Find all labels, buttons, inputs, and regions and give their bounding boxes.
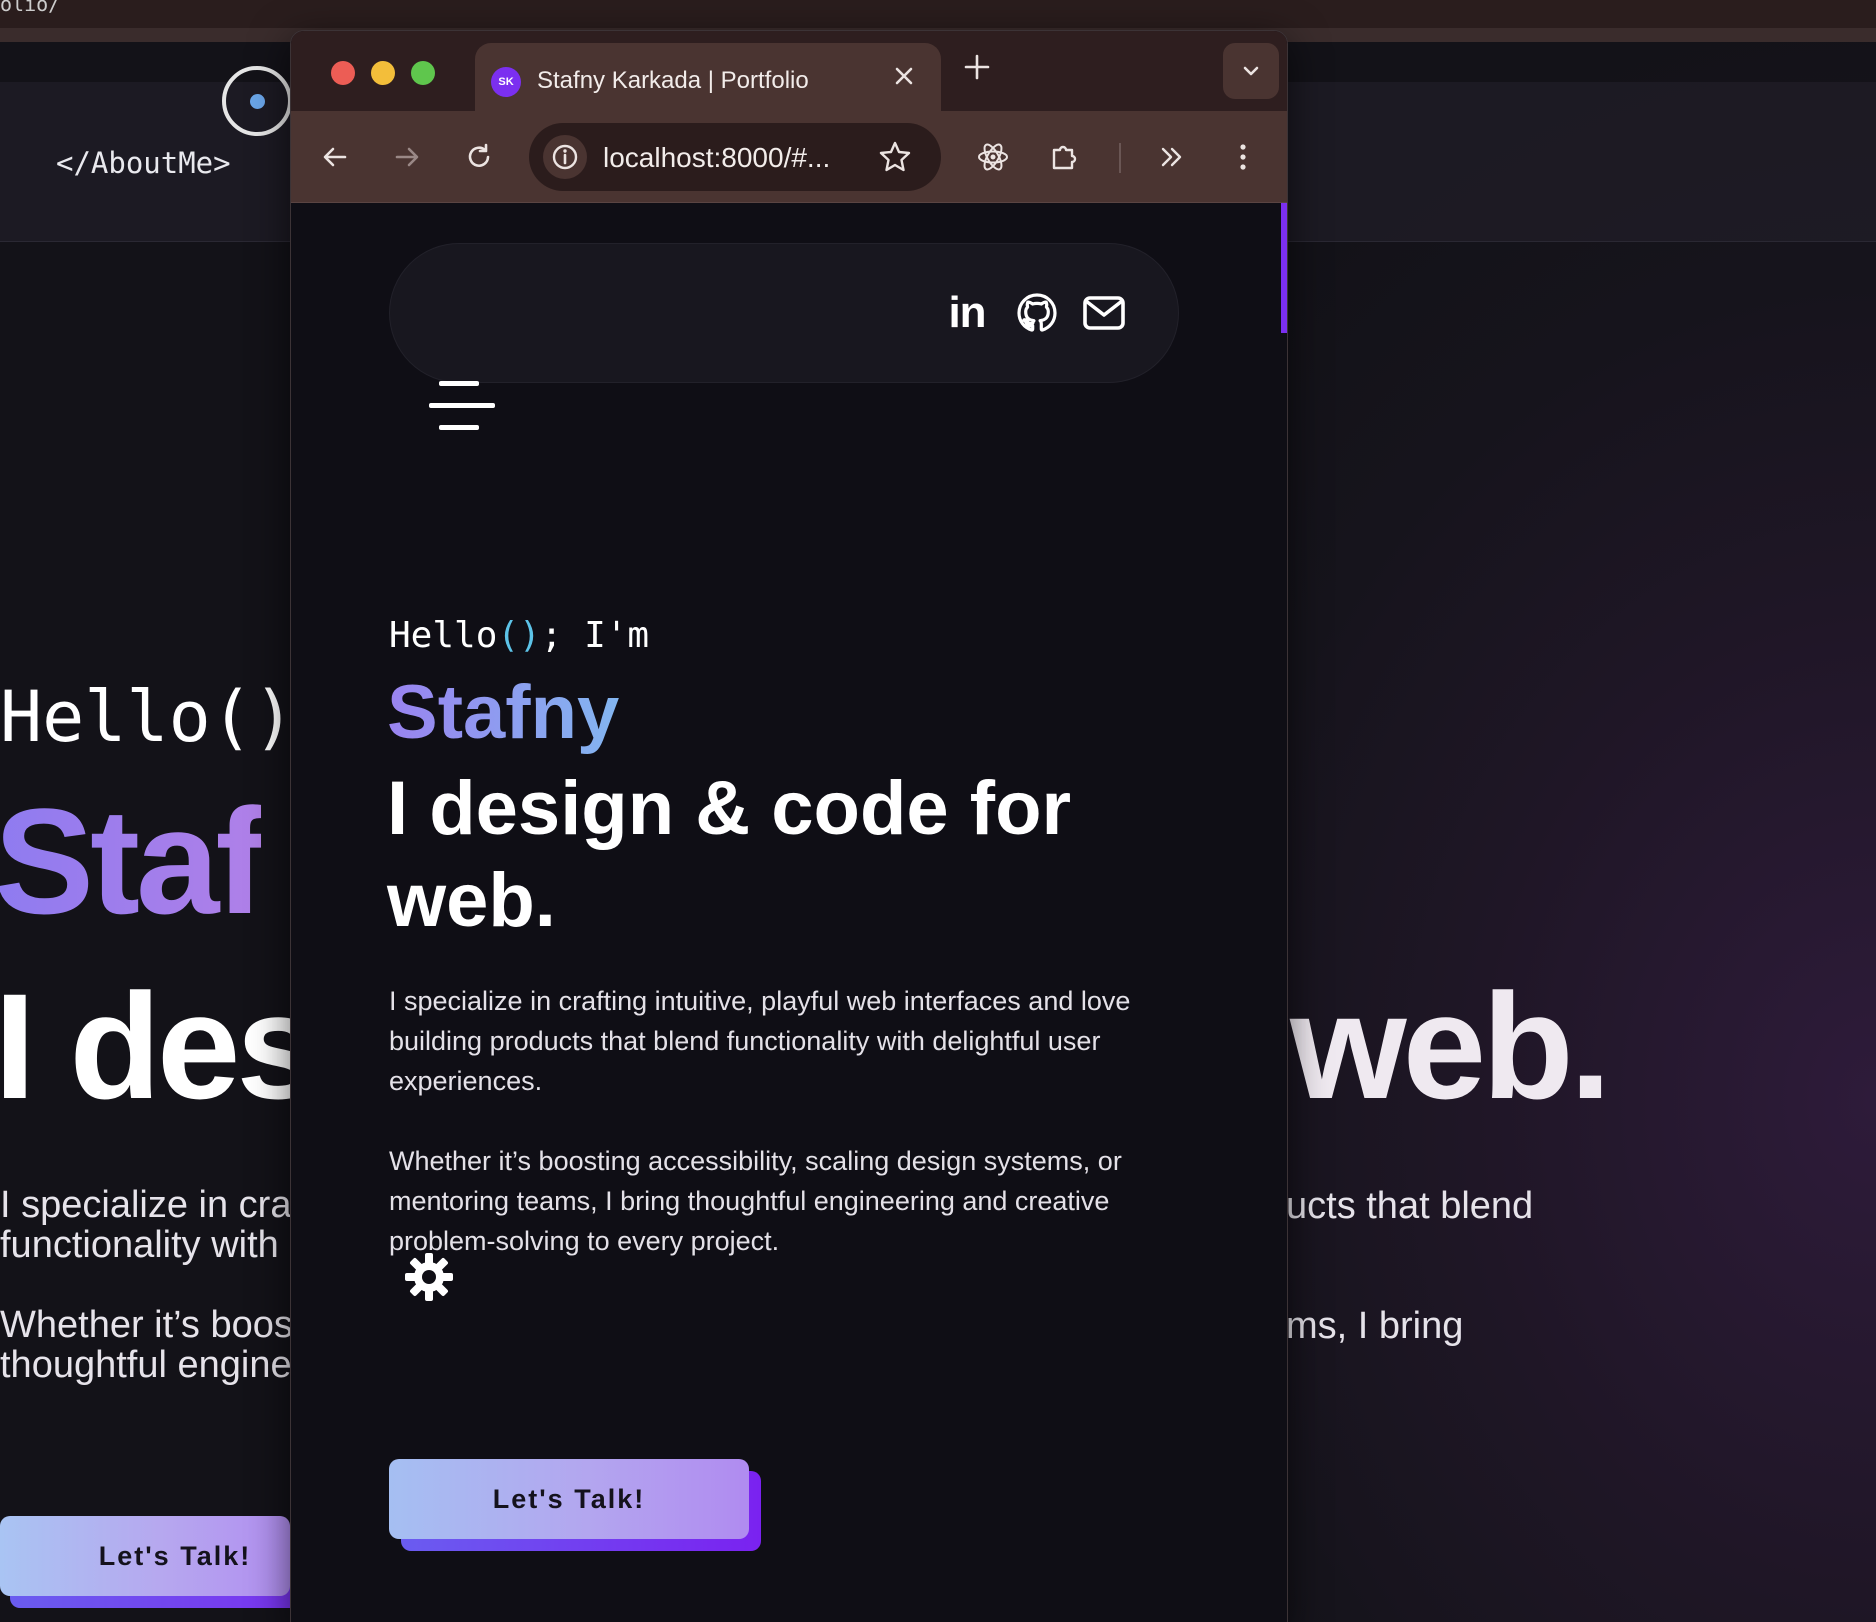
cursor-dot: [250, 94, 265, 109]
maximize-window-button[interactable]: [411, 61, 435, 85]
gear-icon[interactable]: [403, 1251, 455, 1303]
background-para1-left: I specialize in cra functionality with: [0, 1185, 291, 1265]
background-cta-button[interactable]: Let's Talk!: [0, 1516, 290, 1596]
background-para1-line2: functionality with: [0, 1224, 279, 1266]
hello-parens: (): [497, 615, 541, 656]
react-icon[interactable]: [973, 137, 1013, 177]
hello-text: Hello(); I'm: [389, 615, 649, 656]
linkedin-label: in: [948, 288, 986, 337]
background-para2-line2: thoughtful engine: [0, 1344, 292, 1386]
background-para1-line1: I specialize in cra: [0, 1184, 292, 1226]
background-logo[interactable]: </AboutMe>: [56, 146, 231, 180]
mail-icon[interactable]: [1074, 288, 1134, 338]
minimize-window-button[interactable]: [371, 61, 395, 85]
background-url-fragment: olio/: [0, 0, 61, 16]
linkedin-icon[interactable]: in: [942, 288, 992, 338]
tab-search-button[interactable]: [1223, 43, 1279, 99]
social-nav-bar: in: [389, 243, 1179, 383]
star-icon[interactable]: [875, 137, 915, 182]
chevron-down-icon: [1243, 66, 1259, 76]
page-content: in Hello(); I'm Stafny I design & code f…: [291, 203, 1287, 1622]
background-para1-right: ucts that blend: [1286, 1185, 1534, 1227]
plus-icon: [964, 54, 990, 80]
close-window-button[interactable]: [331, 61, 355, 85]
hello-prefix: Hello: [389, 615, 498, 656]
reload-icon[interactable]: [459, 137, 499, 177]
info-icon[interactable]: [543, 135, 587, 179]
browser-toolbar: localhost:8000/#...: [291, 111, 1287, 203]
url-text[interactable]: localhost:8000/#...: [603, 142, 830, 174]
browser-window: SK Stafny Karkada | Portfolio localhost:: [290, 30, 1288, 1622]
kebab-menu-icon[interactable]: [1223, 137, 1263, 177]
chevron-double-right-icon[interactable]: [1151, 137, 1191, 177]
hamburger-icon[interactable]: [429, 381, 497, 431]
background-name: Staf: [0, 775, 265, 948]
hero-name: Stafny: [387, 670, 620, 755]
background-para2-left: Whether it’s boos thoughtful engine: [0, 1305, 293, 1385]
background-headline-right: web.: [1290, 962, 1611, 1130]
github-icon[interactable]: [1012, 288, 1062, 338]
address-bar[interactable]: localhost:8000/#...: [529, 123, 941, 191]
back-arrow-icon[interactable]: [315, 137, 355, 177]
hero-headline: I design & code for web.: [387, 766, 1072, 943]
tab-title: Stafny Karkada | Portfolio: [537, 67, 809, 94]
toolbar-divider: [1119, 143, 1121, 173]
tab-bar: SK Stafny Karkada | Portfolio: [291, 31, 1287, 121]
lets-talk-button[interactable]: Let's Talk!: [389, 1459, 749, 1539]
background-top-chrome: olio/: [0, 0, 1876, 28]
extension-icon[interactable]: [1045, 137, 1085, 177]
tab-portfolio[interactable]: SK Stafny Karkada | Portfolio: [475, 43, 941, 121]
intro-paragraph-1: I specialize in crafting intuitive, play…: [389, 986, 1131, 1096]
custom-cursor: [222, 66, 292, 136]
background-para2-right: ms, I bring: [1286, 1305, 1464, 1347]
new-tab-button[interactable]: [963, 51, 991, 87]
background-hello: Hello(): [0, 676, 296, 758]
favicon: SK: [491, 67, 521, 97]
close-icon[interactable]: [893, 63, 915, 94]
background-para2-line1: Whether it’s boos: [0, 1304, 293, 1346]
intro-paragraph-2: Whether it’s boosting accessibility, sca…: [389, 1146, 1122, 1256]
background-headline-left: I des: [0, 962, 320, 1130]
scrollbar-thumb[interactable]: [1281, 203, 1287, 333]
hello-suffix: ; I'm: [540, 615, 650, 656]
forward-arrow-icon[interactable]: [387, 137, 427, 177]
